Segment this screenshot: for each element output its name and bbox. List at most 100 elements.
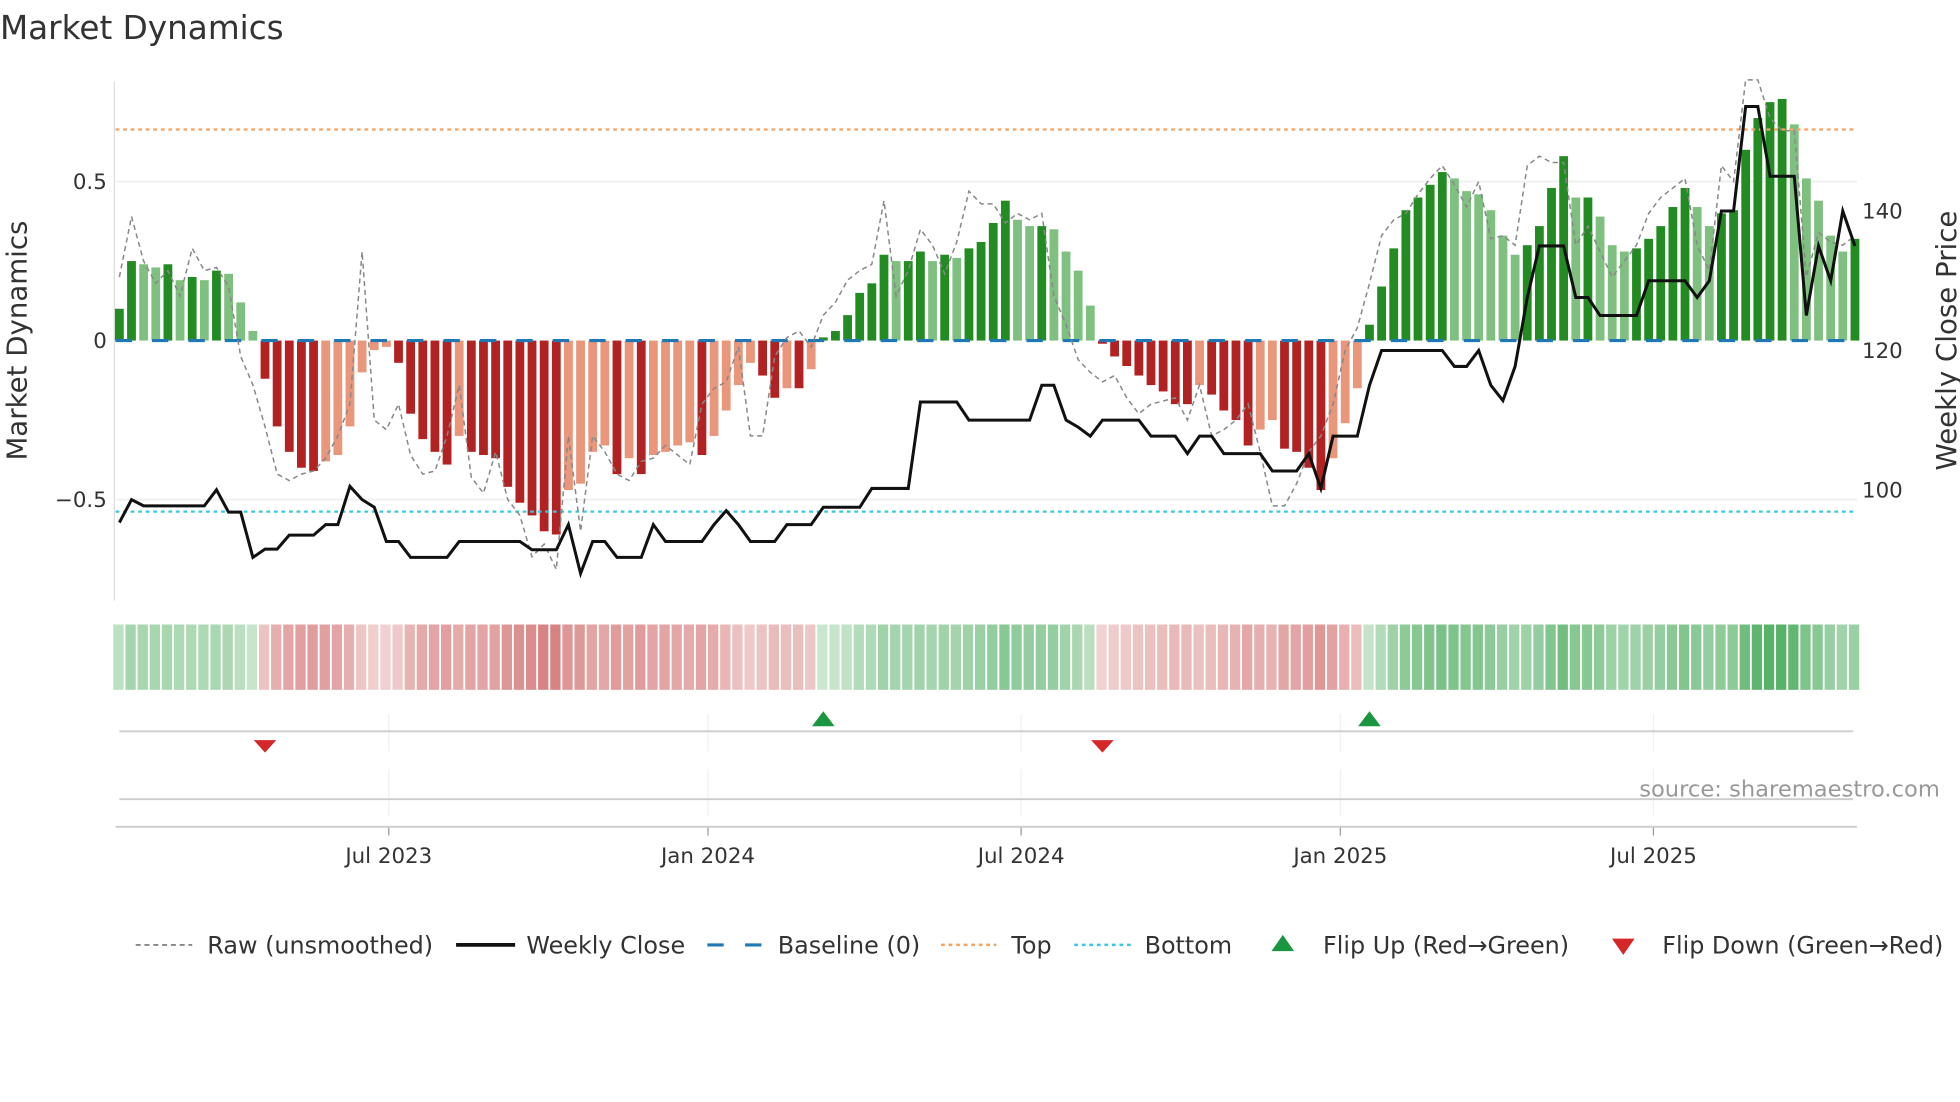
legend-bottom-label: Bottom	[1145, 932, 1233, 960]
heat-cell	[1351, 624, 1362, 690]
dynamics-bar	[1789, 124, 1799, 341]
y-tick-label: 0	[93, 329, 107, 354]
y2-axis-title: Weekly Close Price	[1930, 211, 1960, 471]
dynamics-bar	[515, 340, 525, 503]
dynamics-bar	[891, 261, 901, 341]
dynamics-bar	[903, 261, 913, 341]
dynamics-bar	[163, 264, 173, 341]
heat-cell	[1691, 624, 1702, 690]
dynamics-bar	[1207, 340, 1217, 395]
heat-cell	[1047, 624, 1059, 690]
heat-cell	[1120, 624, 1131, 690]
heat-cell	[841, 624, 852, 690]
dynamics-bar	[442, 340, 452, 465]
heat-cell	[404, 624, 415, 690]
heat-cell	[1132, 624, 1144, 690]
dynamics-bar	[1668, 207, 1678, 341]
dynamics-bar	[1595, 216, 1605, 341]
heat-cell	[525, 624, 537, 690]
heat-cell	[271, 624, 282, 690]
heat-cell	[1399, 624, 1411, 690]
heat-cell	[902, 624, 913, 690]
dynamics-bar	[782, 340, 792, 389]
dynamics-bar	[855, 292, 865, 341]
heat-cell	[538, 624, 549, 690]
heat-cell	[1545, 624, 1556, 690]
heat-cell	[1314, 624, 1326, 690]
heat-cell	[1290, 624, 1301, 690]
dynamics-bar	[624, 340, 634, 459]
dynamics-bar	[636, 340, 646, 475]
dynamics-bar	[1765, 102, 1775, 341]
heat-cell	[428, 624, 440, 690]
dynamics-bar	[1498, 235, 1508, 341]
legend-raw-label: Raw (unsmoothed)	[207, 932, 433, 960]
heat-cell	[550, 624, 561, 690]
heat-cell	[1848, 624, 1860, 690]
heat-cell	[331, 624, 343, 690]
heat-cell	[368, 624, 379, 690]
heat-cell	[1484, 624, 1496, 690]
x-tick-label: Jan 2025	[1291, 844, 1387, 869]
dynamics-bar	[1547, 187, 1556, 341]
heat-cell	[501, 624, 512, 690]
dynamics-bar	[1267, 340, 1277, 421]
heat-cell	[319, 624, 330, 690]
heat-cell	[623, 624, 634, 690]
dynamics-bar	[746, 340, 755, 363]
dynamics-bar	[1838, 251, 1848, 341]
dynamics-bar	[297, 340, 306, 468]
heat-cell	[1035, 624, 1046, 690]
heat-cell	[1278, 624, 1289, 690]
heat-cell	[1424, 624, 1435, 690]
heat-cell	[489, 624, 500, 690]
dynamics-bar	[1632, 248, 1641, 341]
heat-cell	[1266, 624, 1277, 690]
dynamics-bar	[1437, 172, 1447, 341]
heat-cell	[1496, 624, 1508, 690]
heat-cell	[853, 624, 864, 690]
chart-title: Market Dynamics	[0, 9, 284, 47]
heat-cell	[1557, 624, 1568, 690]
legend-flip-down-label: Flip Down (Green→Red)	[1662, 932, 1943, 960]
dynamics-bar	[758, 340, 768, 376]
heat-cell	[1606, 624, 1617, 690]
dynamics-bar	[1462, 191, 1471, 341]
heat-cell	[610, 624, 622, 690]
dynamics-bar	[1680, 187, 1690, 341]
dynamics-bar	[466, 340, 476, 452]
dynamics-bar	[260, 340, 270, 379]
x-tick-label: Jul 2024	[976, 844, 1065, 869]
heat-cell	[1072, 624, 1083, 690]
heat-cell	[1339, 624, 1350, 690]
flip-panel-grid	[115, 713, 1857, 836]
dynamics-bar	[1510, 254, 1520, 341]
heat-cell	[1824, 624, 1835, 690]
heat-cell	[1472, 624, 1483, 690]
heat-cell	[1023, 624, 1034, 690]
dynamics-bar	[1826, 235, 1836, 341]
heat-cell	[671, 624, 682, 690]
dynamics-bar	[1146, 340, 1156, 386]
dynamics-bar	[1389, 248, 1399, 341]
dynamics-bar	[1013, 219, 1022, 341]
dynamics-bar	[1801, 178, 1811, 341]
y-tick-label: −0.5	[55, 488, 107, 513]
dynamics-bar	[1183, 340, 1192, 405]
heat-cell	[805, 624, 816, 690]
heat-cell	[295, 624, 306, 690]
heat-cell	[1776, 624, 1787, 690]
dynamics-bar	[406, 340, 416, 414]
dynamics-bar	[1474, 194, 1484, 341]
dynamics-bar	[491, 340, 501, 459]
dynamics-bar	[1280, 340, 1289, 449]
heat-cell	[1326, 624, 1338, 690]
dynamics-bar	[1377, 286, 1386, 341]
dynamics-bar	[199, 280, 209, 341]
dynamics-bar	[928, 261, 937, 341]
heat-cell	[744, 624, 755, 690]
heat-cell	[1666, 624, 1678, 690]
heat-cell	[1521, 624, 1532, 690]
dynamics-bars	[114, 98, 1860, 535]
dynamics-bar	[1425, 184, 1435, 341]
